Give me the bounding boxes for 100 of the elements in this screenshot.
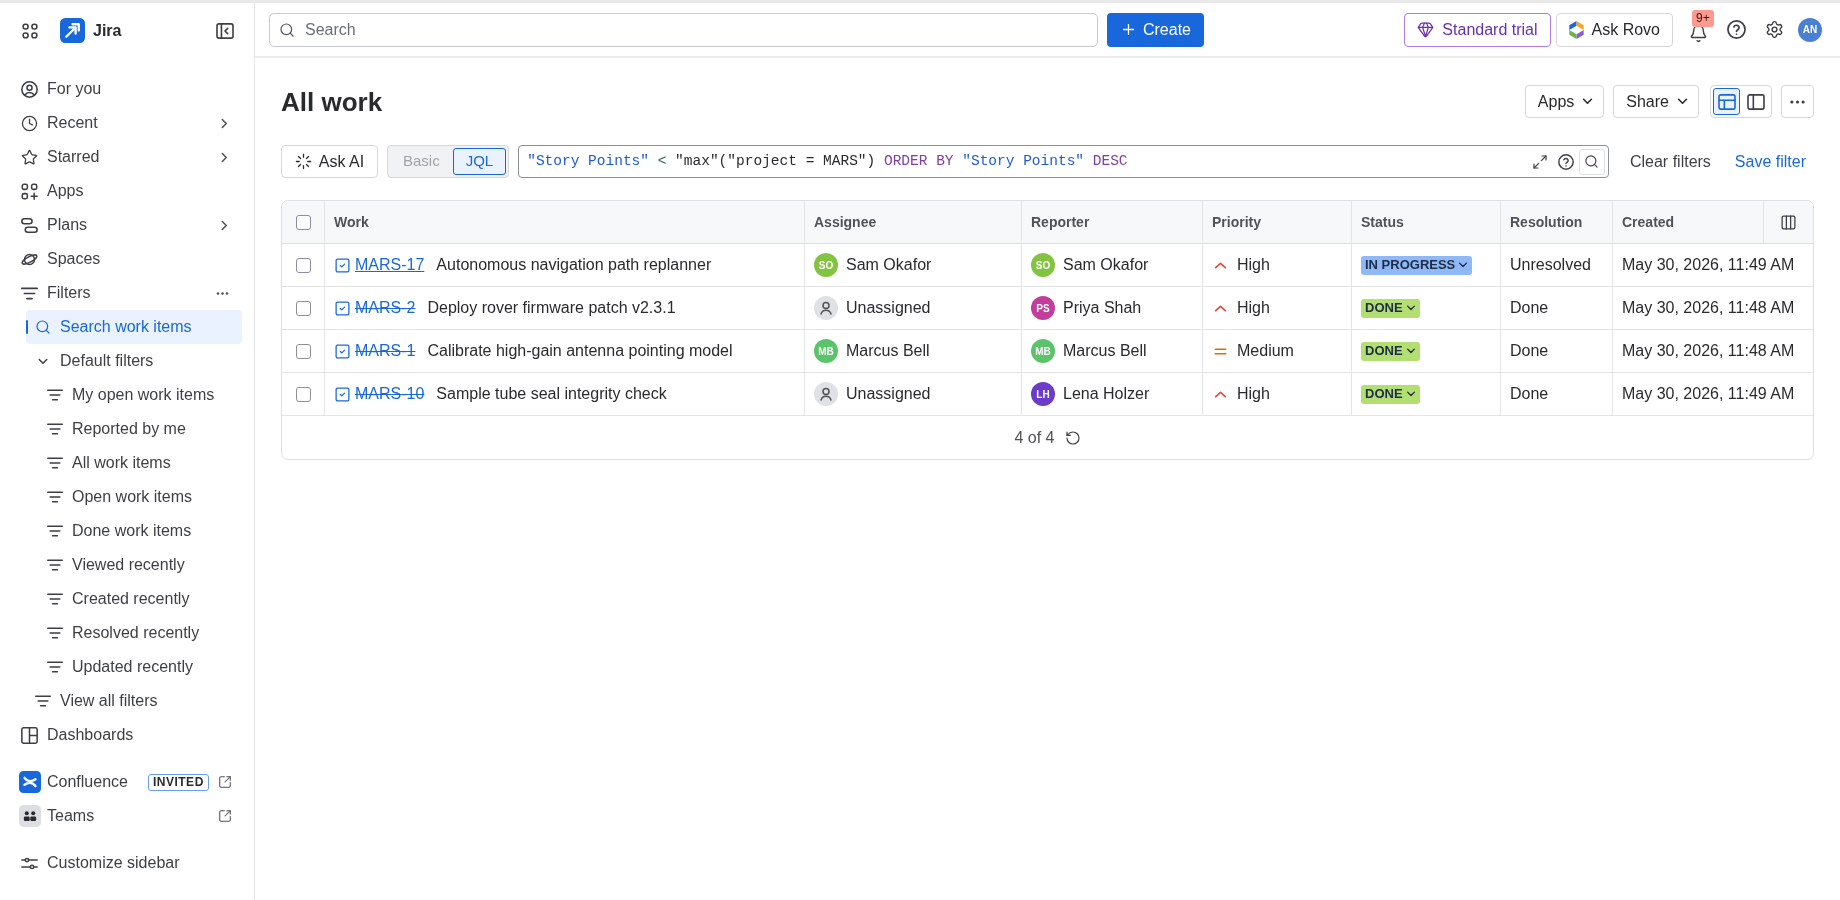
column-header[interactable]: Reporter xyxy=(1022,201,1203,243)
split-panel-icon xyxy=(1746,93,1765,110)
jql-query[interactable]: "Story Points" < "max"("project = MARS") ORDER BY "Story Points" DESC xyxy=(527,150,1527,173)
sidebar-item[interactable]: Viewed recently xyxy=(38,548,242,582)
confluence-logo-icon xyxy=(19,771,41,793)
work-item-summary[interactable]: Autonomous navigation path replanner xyxy=(436,253,712,277)
sidebar-item[interactable]: Starred xyxy=(12,140,242,174)
expand-icon xyxy=(1531,153,1548,170)
avatar: SO xyxy=(814,253,838,277)
sidebar-item[interactable]: Plans xyxy=(12,208,242,242)
share-button[interactable]: Share xyxy=(1613,85,1699,118)
mode-tab[interactable]: JQL xyxy=(452,148,507,175)
status-lozenge[interactable]: DONE xyxy=(1361,384,1420,404)
filter-icon xyxy=(47,388,63,402)
sidebar-item[interactable]: View all filters xyxy=(26,684,242,718)
trial-button[interactable]: Standard trial xyxy=(1404,12,1551,47)
view-button[interactable] xyxy=(1713,88,1740,115)
plus-icon xyxy=(1120,21,1137,38)
filter-icon xyxy=(47,660,63,674)
column-header[interactable]: Status xyxy=(1352,201,1501,243)
status-badge: INVITED xyxy=(147,773,209,791)
sidebar-item[interactable]: Updated recently xyxy=(38,650,242,684)
sidebar-item[interactable]: Filters xyxy=(12,276,242,310)
ask-ai-button[interactable]: Ask AI xyxy=(281,145,378,178)
select-all-checkbox[interactable] xyxy=(295,214,311,230)
filter-icon xyxy=(47,626,63,640)
sidebar-item[interactable]: Confluence INVITED xyxy=(12,765,242,799)
sidebar-item[interactable]: Spaces xyxy=(12,242,242,276)
status-lozenge[interactable]: DONE xyxy=(1361,298,1420,318)
person-name: Sam Okafor xyxy=(1063,255,1149,275)
status-lozenge[interactable]: DONE xyxy=(1361,341,1420,361)
column-header[interactable]: Assignee xyxy=(805,201,1022,243)
sidebar-item[interactable]: For you xyxy=(12,72,242,106)
work-item-key[interactable]: MARS-2 xyxy=(355,296,416,320)
column-header[interactable]: Created xyxy=(1613,201,1764,243)
sidebar-item[interactable]: Apps xyxy=(12,174,242,208)
filter-icon xyxy=(47,422,63,436)
sidebar-item[interactable]: Teams xyxy=(12,799,242,833)
rovo-button[interactable]: Ask Rovo xyxy=(1555,12,1673,47)
sidebar-item[interactable]: Default filters xyxy=(26,344,242,378)
sidebar-item[interactable]: Search work items xyxy=(26,310,242,344)
save-filter-button[interactable]: Save filter xyxy=(1722,145,1814,178)
search-button[interactable] xyxy=(1578,148,1605,175)
row-checkbox[interactable] xyxy=(295,300,311,316)
status-lozenge[interactable]: IN PROGRESS xyxy=(1361,255,1473,275)
chevron-down-icon xyxy=(1582,98,1594,105)
person-name: Unassigned xyxy=(846,384,931,404)
ellipsis-icon xyxy=(1790,99,1805,104)
person-placeholder-icon xyxy=(814,296,838,320)
search-icon xyxy=(35,319,51,335)
sidebar-item[interactable]: Recent xyxy=(12,106,242,140)
work-item-summary[interactable]: Deploy rover firmware patch v2.3.1 xyxy=(427,296,676,320)
sidebar-item[interactable]: Reported by me xyxy=(38,412,242,446)
priority-label: High xyxy=(1237,255,1270,275)
sidebar-item[interactable]: Customize sidebar xyxy=(12,846,242,880)
sliders-icon xyxy=(21,855,38,871)
sidebar-item[interactable]: Dashboards xyxy=(12,718,242,752)
column-header[interactable]: Resolution xyxy=(1501,201,1613,243)
refresh-icon[interactable] xyxy=(1064,429,1081,446)
logo-icon xyxy=(60,18,85,43)
sidebar-item[interactable]: All work items xyxy=(38,446,242,480)
filter-icon xyxy=(47,524,63,538)
sidebar-item[interactable]: Done work items xyxy=(38,514,242,548)
sidebar-item[interactable]: Open work items xyxy=(38,480,242,514)
table-cell-text: May 30, 2026, 11:48 AM xyxy=(1621,341,1796,361)
work-item-key[interactable]: MARS-17 xyxy=(355,253,425,277)
stacked-bars-icon xyxy=(21,216,38,234)
star-icon xyxy=(21,148,38,166)
settings-icon xyxy=(1764,20,1784,39)
work-item-key[interactable]: MARS-10 xyxy=(355,382,425,406)
chevron-down-icon xyxy=(1458,262,1469,268)
column-header[interactable]: Work xyxy=(325,201,805,243)
search-field[interactable]: Search xyxy=(269,12,1098,47)
work-item-summary[interactable]: Calibrate high-gain antenna pointing model xyxy=(427,339,733,363)
hexagon-logo-icon xyxy=(1568,20,1584,39)
sidebar-item[interactable]: My open work items xyxy=(38,378,242,412)
row-checkbox[interactable] xyxy=(295,257,311,273)
column-header[interactable]: Priority xyxy=(1203,201,1352,243)
sidebar-item[interactable]: Resolved recently xyxy=(38,616,242,650)
checked-square-icon xyxy=(334,256,351,274)
grid-plus-icon xyxy=(21,182,38,200)
work-item-key[interactable]: MARS-1 xyxy=(355,339,416,363)
work-item-summary[interactable]: Sample tube seal integrity check xyxy=(436,382,667,406)
checked-square-icon xyxy=(334,299,351,317)
page-title: All work xyxy=(281,88,383,115)
avatar: PS xyxy=(1031,296,1055,320)
priority-label: Medium xyxy=(1237,341,1294,361)
avatar: SO xyxy=(1031,253,1055,277)
person-name: Sam Okafor xyxy=(846,255,932,275)
notification-badge: 9+ xyxy=(1692,9,1714,27)
chevron-down-icon xyxy=(1405,305,1416,311)
apps-button[interactable]: Apps xyxy=(1524,85,1605,118)
create-button[interactable]: Create xyxy=(1107,12,1204,47)
user-avatar[interactable]: AN xyxy=(1798,17,1822,42)
row-checkbox[interactable] xyxy=(295,343,311,359)
row-checkbox[interactable] xyxy=(295,386,311,402)
burst-icon xyxy=(294,153,312,170)
clear-filters-button[interactable]: Clear filters xyxy=(1617,145,1723,178)
sidebar-item[interactable]: Created recently xyxy=(38,582,242,616)
table-cell: Unresolved xyxy=(1501,244,1613,286)
